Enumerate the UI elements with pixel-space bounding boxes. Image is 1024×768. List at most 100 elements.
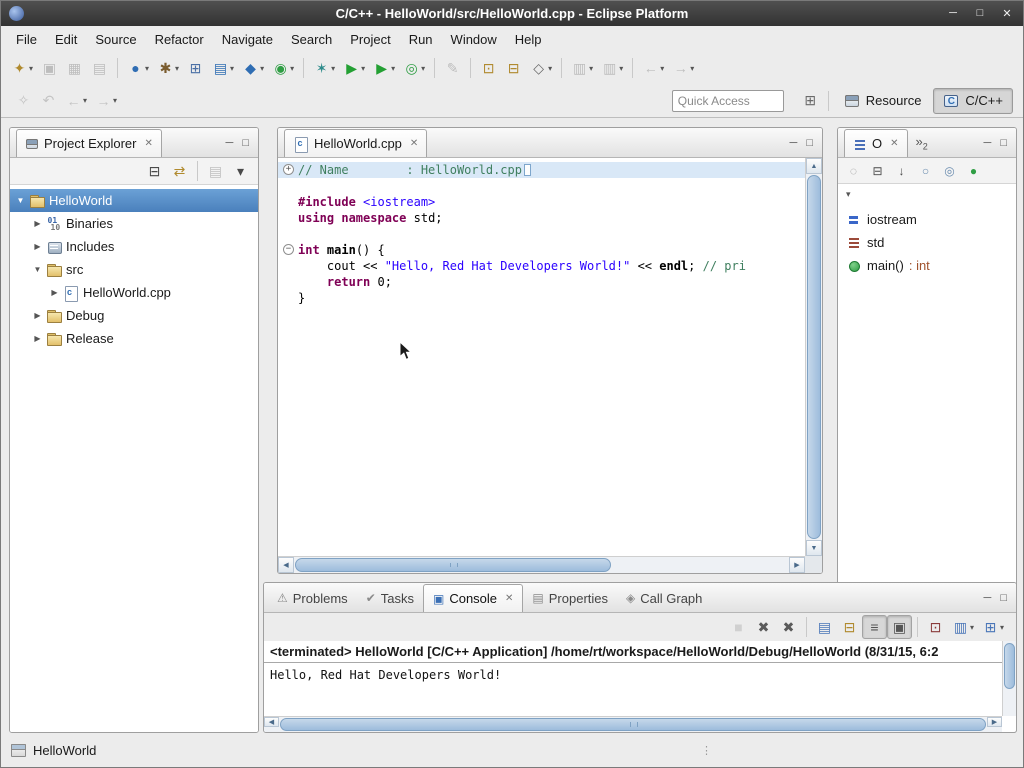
code-line[interactable]: int main() { xyxy=(278,242,805,258)
tree-item-helloworld-cpp[interactable]: ▶HelloWorld.cpp xyxy=(10,281,258,304)
new-class-button[interactable]: ◆▾ xyxy=(238,56,268,80)
new-project-button[interactable]: ◉▾ xyxy=(268,56,298,80)
menu-run[interactable]: Run xyxy=(400,29,442,50)
vertical-scrollbar-thumb[interactable] xyxy=(1004,643,1015,689)
remove-all-terminated-button[interactable]: ✖ xyxy=(776,615,801,639)
tab-outline[interactable]: O ✕ xyxy=(844,129,908,157)
tab-helloworld-cpp[interactable]: HelloWorld.cpp ✕ xyxy=(284,129,427,157)
focus-on-active-task-button[interactable]: ◌ xyxy=(842,159,865,183)
tree-item-binaries[interactable]: ▶Binaries xyxy=(10,212,258,235)
build-button[interactable]: ✱▾ xyxy=(153,56,183,80)
minimize-view-button[interactable]: ─ xyxy=(984,137,992,149)
maximize-view-button[interactable]: □ xyxy=(1000,592,1007,604)
tree-expand-arrow-icon[interactable]: ▶ xyxy=(31,311,44,320)
scroll-lock-button[interactable]: ⊟ xyxy=(837,615,862,639)
tree-item-debug[interactable]: ▶Debug xyxy=(10,304,258,327)
view-menu-icon[interactable]: ▾ xyxy=(846,189,851,200)
outline-item-main[interactable]: main() : int xyxy=(838,254,1016,277)
menu-source[interactable]: Source xyxy=(86,29,145,50)
pin-console-button[interactable]: ⊡ xyxy=(923,615,948,639)
menu-edit[interactable]: Edit xyxy=(46,29,86,50)
outline-item-std[interactable]: std xyxy=(838,231,1016,254)
scroll-left-button[interactable]: ◀ xyxy=(278,557,294,573)
editor-vertical-scrollbar[interactable]: ▲ ▼ xyxy=(805,158,822,556)
clear-console-button[interactable]: ▤ xyxy=(812,615,837,639)
code-line[interactable]: using namespace std; xyxy=(278,210,805,226)
new-wizard-button[interactable]: ✦▾ xyxy=(7,56,37,80)
tab-problems[interactable]: ⚠Problems xyxy=(268,584,357,612)
hidden-tabs-indicator[interactable]: »2 xyxy=(916,134,928,152)
scroll-left-button[interactable]: ◀ xyxy=(264,717,279,727)
minimize-view-button[interactable]: ─ xyxy=(790,137,798,149)
code-line[interactable] xyxy=(278,226,805,242)
menu-navigate[interactable]: Navigate xyxy=(213,29,282,50)
window-close-button[interactable]: ✕ xyxy=(999,7,1015,20)
code-area[interactable]: // Name : HelloWorld.cpp #include <iostre… xyxy=(278,158,805,556)
tab-properties[interactable]: ▤Properties xyxy=(523,584,617,612)
code-line[interactable]: } xyxy=(278,290,805,306)
search-button[interactable]: ◇▾ xyxy=(526,56,556,80)
close-icon[interactable]: ✕ xyxy=(410,138,418,149)
tab-call-graph[interactable]: ◈Call Graph xyxy=(617,584,711,612)
tree-expand-arrow-icon[interactable]: ▶ xyxy=(31,219,44,228)
menu-project[interactable]: Project xyxy=(341,29,399,50)
perspective-resource-button[interactable]: Resource xyxy=(834,88,932,114)
tree-expand-arrow-icon[interactable]: ▶ xyxy=(31,242,44,251)
code-line[interactable]: // Name : HelloWorld.cpp xyxy=(278,162,805,178)
tree-collapse-arrow-icon[interactable]: ▼ xyxy=(14,196,27,205)
view-menu-button[interactable]: ▾ xyxy=(228,159,253,183)
hide-non-public-members-button[interactable]: ● xyxy=(962,159,985,183)
editor-horizontal-scrollbar[interactable]: ◀ ▶ xyxy=(278,556,805,573)
word-wrap-button[interactable]: ≡ xyxy=(862,615,887,639)
console-output-area[interactable]: <terminated> HelloWorld [C/C++ Applicati… xyxy=(264,641,1002,716)
outline-item-iostream[interactable]: iostream xyxy=(838,208,1016,231)
window-maximize-button[interactable]: □ xyxy=(972,7,988,20)
menu-file[interactable]: File xyxy=(7,29,46,50)
run-button[interactable]: ▶▾ xyxy=(339,56,369,80)
tree-item-release[interactable]: ▶Release xyxy=(10,327,258,350)
skip-all-breakpoints-button[interactable]: ●▾ xyxy=(123,56,153,80)
tree-item-includes[interactable]: ▶Includes xyxy=(10,235,258,258)
tree-item-helloworld[interactable]: ▼HelloWorld xyxy=(10,189,258,212)
code-editor[interactable]: // Name : HelloWorld.cpp #include <iostre… xyxy=(278,158,822,573)
run-external-tools-button[interactable]: ▶▾ xyxy=(369,56,399,80)
close-icon[interactable]: ✕ xyxy=(505,593,513,604)
menu-window[interactable]: Window xyxy=(442,29,506,50)
debug-button[interactable]: ✶▾ xyxy=(309,56,339,80)
sort-button[interactable]: ↓ xyxy=(890,159,913,183)
tree-expand-arrow-icon[interactable]: ▶ xyxy=(48,288,61,297)
maximize-view-button[interactable]: □ xyxy=(1000,137,1007,149)
display-selected-console-button[interactable]: ▥▾ xyxy=(948,615,978,639)
fold-expand-icon[interactable]: + xyxy=(283,164,294,175)
vertical-scrollbar-thumb[interactable] xyxy=(807,175,821,539)
horizontal-scrollbar-thumb[interactable] xyxy=(280,718,986,731)
horizontal-scrollbar-thumb[interactable] xyxy=(295,558,611,572)
scroll-right-button[interactable]: ▶ xyxy=(987,717,1002,727)
scroll-right-button[interactable]: ▶ xyxy=(789,557,805,573)
tree-expand-arrow-icon[interactable]: ▶ xyxy=(31,334,44,343)
window-minimize-button[interactable]: ─ xyxy=(945,7,961,20)
collapse-all-button[interactable]: ⊟ xyxy=(866,159,889,183)
show-on-stdout-button[interactable]: ▣ xyxy=(887,615,912,639)
maximize-view-button[interactable]: □ xyxy=(242,137,249,149)
code-line[interactable] xyxy=(278,178,805,194)
build-all-button[interactable]: ⊞ xyxy=(183,56,208,80)
close-icon[interactable]: ✕ xyxy=(144,138,152,149)
new-cpp-source-button[interactable]: ▤▾ xyxy=(208,56,238,80)
console-vertical-scrollbar[interactable] xyxy=(1002,641,1016,716)
minimize-view-button[interactable]: ─ xyxy=(226,137,234,149)
maximize-view-button[interactable]: □ xyxy=(806,137,813,149)
menu-search[interactable]: Search xyxy=(282,29,341,50)
code-line[interactable]: #include <iostream> xyxy=(278,194,805,210)
open-perspective-button[interactable]: ⊞ xyxy=(798,89,823,113)
console-horizontal-scrollbar[interactable]: ◀ ▶ xyxy=(264,716,1002,732)
collapse-all-button[interactable]: ⊟ xyxy=(142,159,167,183)
hide-static-members-button[interactable]: ◎ xyxy=(938,159,961,183)
menu-help[interactable]: Help xyxy=(506,29,551,50)
link-with-editor-button[interactable]: ⇄ xyxy=(167,159,192,183)
tab-tasks[interactable]: ✔Tasks xyxy=(357,584,423,612)
tab-console[interactable]: ▣Console✕ xyxy=(423,584,523,612)
quick-access-input[interactable] xyxy=(672,90,784,112)
open-resource-button[interactable]: ⊡ xyxy=(476,56,501,80)
profile-button[interactable]: ◎▾ xyxy=(399,56,429,80)
